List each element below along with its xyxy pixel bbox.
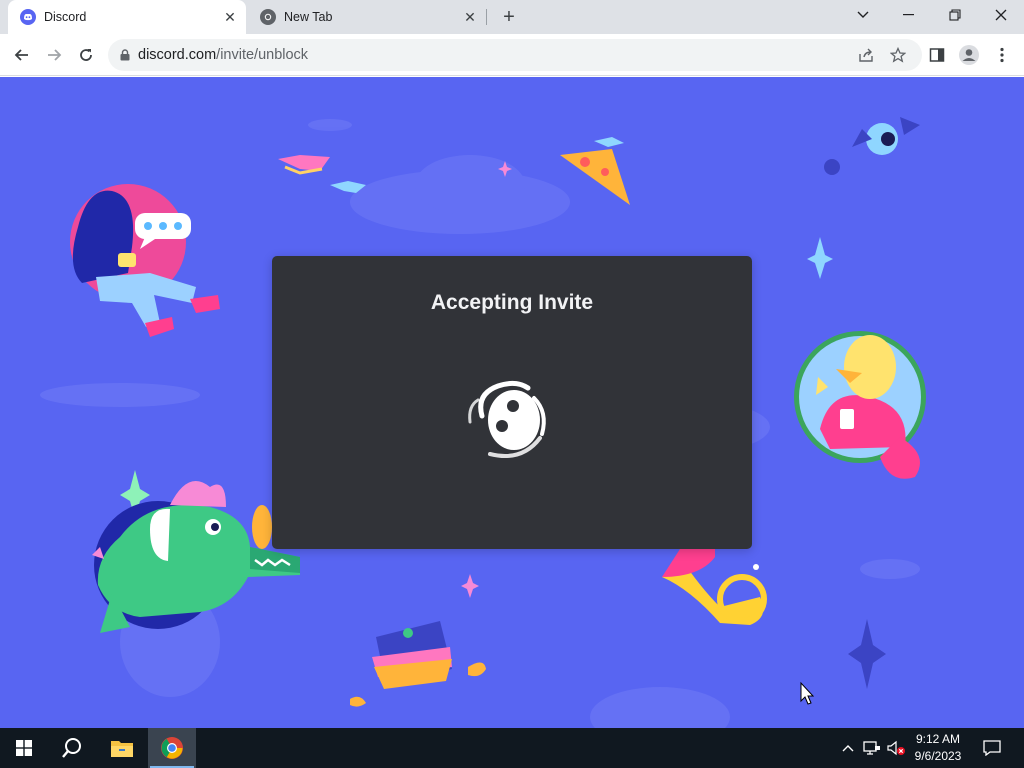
windows-taskbar: 9:12 AM 9/6/2023: [0, 728, 1024, 768]
share-icon[interactable]: [856, 45, 876, 65]
search-icon[interactable]: [48, 728, 96, 768]
tab-new-tab[interactable]: New Tab ✕: [248, 0, 486, 34]
clock-time: 9:12 AM: [915, 732, 961, 746]
reload-icon[interactable]: [72, 41, 100, 69]
clock-date: 9/6/2023: [914, 749, 962, 763]
lock-icon[interactable]: [120, 49, 130, 61]
tab-search-icon[interactable]: [840, 0, 886, 30]
star-icon[interactable]: [888, 45, 908, 65]
tab-title: New Tab: [284, 10, 333, 24]
browser-toolbar: discord.com/invite/unblock: [0, 34, 1024, 76]
chevron-up-icon[interactable]: [838, 738, 858, 758]
tab-discord[interactable]: Discord ✕: [8, 0, 246, 34]
tab-title: Discord: [44, 10, 87, 24]
tab-divider: [486, 9, 487, 25]
chrome-taskbar-icon[interactable]: [148, 728, 196, 768]
tab-strip: Discord ✕ New Tab ✕ +: [0, 0, 1024, 34]
url-host: discord.com: [138, 47, 217, 63]
accepting-invite-modal: Accepting Invite: [272, 256, 752, 549]
notification-icon[interactable]: [982, 738, 1002, 758]
close-tab-icon[interactable]: ✕: [220, 7, 240, 27]
chrome-favicon-icon: [260, 9, 276, 25]
url-path: /invite/unblock: [216, 47, 309, 63]
side-panel-icon[interactable]: [923, 41, 951, 69]
profile-icon[interactable]: [955, 41, 983, 69]
close-tab-icon[interactable]: ✕: [460, 7, 480, 27]
system-clock[interactable]: 9:12 AM 9/6/2023: [906, 731, 970, 765]
modal-title: Accepting Invite: [430, 291, 594, 314]
close-window-icon[interactable]: [978, 0, 1024, 30]
kebab-menu-icon[interactable]: [988, 41, 1016, 69]
restore-icon[interactable]: [932, 0, 978, 30]
discord-favicon-icon: [20, 9, 36, 25]
windows-start-icon[interactable]: [0, 728, 48, 768]
new-tab-button[interactable]: +: [497, 5, 521, 29]
forward-arrow-icon[interactable]: [40, 41, 68, 69]
url-text: discord.com/invite/unblock: [138, 47, 308, 63]
back-arrow-icon[interactable]: [8, 41, 36, 69]
volume-muted-icon[interactable]: [886, 738, 906, 758]
loading-spinner-icon: [468, 380, 546, 458]
file-explorer-icon[interactable]: [98, 728, 146, 768]
discord-invite-page: Accepting Invite: [0, 77, 1024, 728]
address-bar[interactable]: discord.com/invite/unblock: [108, 39, 922, 71]
minimize-icon[interactable]: [886, 0, 932, 30]
network-icon[interactable]: [862, 738, 882, 758]
